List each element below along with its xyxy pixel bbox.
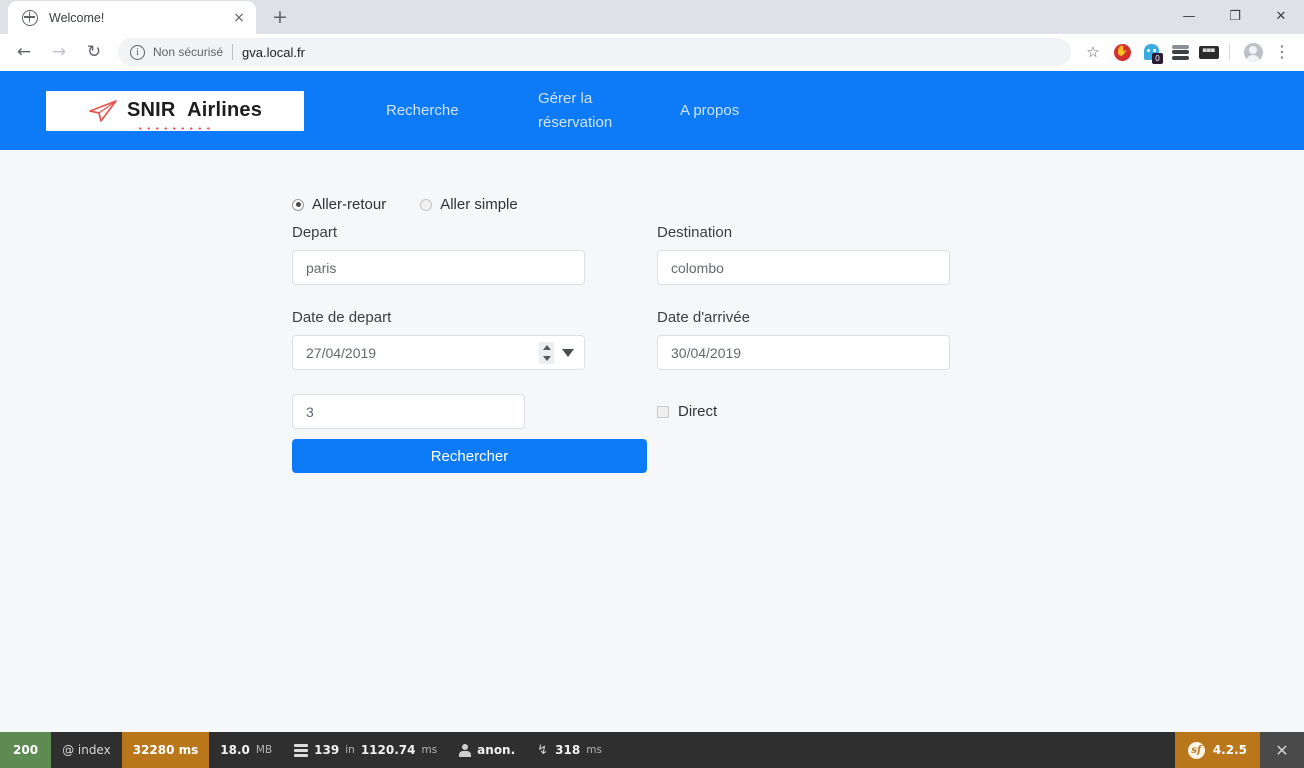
close-window-button[interactable]: ✕ xyxy=(1258,0,1304,33)
trip-type-group: Aller-retour Aller simple xyxy=(292,196,1304,213)
adblock-icon[interactable]: ✋ xyxy=(1109,39,1135,65)
forward-icon[interactable]: → xyxy=(44,37,74,67)
nav-item-gerer-reservation[interactable]: Gérer la réservation xyxy=(538,87,680,135)
debug-doctrine-queries[interactable]: 139 in 1120.74 ms xyxy=(283,732,448,768)
destination-field-block: Destination colombo xyxy=(657,224,951,285)
debug-query-unit: ms xyxy=(421,744,438,756)
nav-item-recherche[interactable]: Recherche xyxy=(386,99,538,123)
radio-option-aller-simple[interactable]: Aller simple xyxy=(420,196,518,213)
profile-avatar-icon[interactable] xyxy=(1240,39,1266,65)
radio-label-aller-retour: Aller-retour xyxy=(312,196,387,213)
browser-window: Welcome! × + — ❐ ✕ ← → ↻ i Non sécurisé … xyxy=(0,0,1304,768)
debug-forward-time[interactable]: ↯ 318 ms xyxy=(526,732,613,768)
radio-aller-retour[interactable] xyxy=(292,198,304,211)
debug-query-time: 1120.74 xyxy=(360,743,416,757)
address-bar[interactable]: i Non sécurisé gva.local.fr xyxy=(118,38,1071,66)
browser-tab[interactable]: Welcome! × xyxy=(8,1,256,34)
debug-forward-value: 318 xyxy=(555,743,581,757)
destination-input[interactable]: colombo xyxy=(657,250,950,285)
nav-item-line2: réservation xyxy=(538,113,613,131)
arrival-date-block: Date d'arrivée 30/04/2019 xyxy=(657,309,951,370)
debug-user-name: anon. xyxy=(477,743,516,757)
debug-memory-unit: MB xyxy=(255,744,273,756)
tab-close-icon[interactable]: × xyxy=(230,9,248,27)
url-text: gva.local.fr xyxy=(242,44,305,60)
radio-aller-simple[interactable] xyxy=(420,198,433,211)
browser-toolbar: ← → ↻ i Non sécurisé gva.local.fr ☆ ✋ 0 … xyxy=(0,34,1304,71)
direct-label: Direct xyxy=(678,403,718,420)
maximize-button[interactable]: ❐ xyxy=(1212,0,1258,33)
site-navbar: SNIR Airlines Recherche Gérer la réserva… xyxy=(0,71,1304,150)
debug-security-user[interactable]: anon. xyxy=(448,732,526,768)
debug-duration[interactable]: 32280 ms xyxy=(121,732,210,768)
security-status: Non sécurisé xyxy=(153,45,224,59)
departure-date-value: 27/04/2019 xyxy=(306,344,377,361)
database-icon[interactable] xyxy=(1167,39,1193,65)
new-tab-button[interactable]: + xyxy=(266,3,294,31)
symfony-logo-icon: sf xyxy=(1187,741,1205,759)
ghostery-badge: 0 xyxy=(1152,53,1163,64)
page-viewport: SNIR Airlines Recherche Gérer la réserva… xyxy=(0,71,1304,768)
destination-label: Destination xyxy=(657,224,733,241)
back-icon[interactable]: ← xyxy=(9,37,39,67)
direct-checkbox-row[interactable]: Direct xyxy=(657,394,951,420)
debug-query-count: 139 xyxy=(314,743,340,757)
search-submit-button[interactable]: Rechercher xyxy=(292,439,647,473)
window-controls: — ❐ ✕ xyxy=(1166,0,1304,33)
minimize-button[interactable]: — xyxy=(1166,0,1212,33)
arrival-date-input[interactable]: 30/04/2019 xyxy=(657,335,950,370)
calendar-dropdown-icon[interactable] xyxy=(562,349,574,357)
info-icon[interactable]: i xyxy=(130,44,145,60)
direct-checkbox[interactable] xyxy=(657,405,669,418)
departure-date-block: Date de depart 27/04/2019 xyxy=(292,309,657,370)
symfony-debug-toolbar: 200 @ index 32280 ms 18.0 MB 139 in 1120… xyxy=(0,732,1304,768)
debug-forward-unit: ms xyxy=(586,744,602,756)
nav-item-line1: Gérer la xyxy=(538,89,593,107)
arrival-date-label: Date d'arrivée xyxy=(657,309,750,326)
departure-label: Depart xyxy=(292,224,338,241)
person-icon xyxy=(459,743,472,757)
omnibox-divider xyxy=(232,44,234,60)
chrome-menu-icon[interactable]: ⋮ xyxy=(1269,39,1295,65)
site-logo[interactable]: SNIR Airlines xyxy=(46,90,304,131)
debug-toolbar-close-icon[interactable]: ✕ xyxy=(1260,732,1304,768)
search-form: Aller-retour Aller simple Depart paris D… xyxy=(0,150,1304,473)
paper-plane-icon xyxy=(89,99,117,122)
debug-toolbar-spacer xyxy=(613,732,1175,768)
layers-icon xyxy=(294,743,309,757)
reload-icon[interactable]: ↻ xyxy=(79,37,109,67)
radio-label-aller-simple: Aller simple xyxy=(440,196,518,213)
tab-title: Welcome! xyxy=(49,10,105,25)
globe-icon xyxy=(22,9,38,26)
bookmark-star-icon[interactable]: ☆ xyxy=(1080,39,1106,65)
logo-brand: SNIR Airlines xyxy=(126,99,263,121)
debug-route[interactable]: @ index xyxy=(51,732,122,768)
arrow-down-icon: ↯ xyxy=(537,742,549,758)
logo-dotted-underline xyxy=(135,126,214,130)
debug-version-text: 4.2.5 xyxy=(1212,743,1247,757)
departure-input[interactable]: paris xyxy=(292,250,585,285)
site-nav-links: Recherche Gérer la réservation A propos xyxy=(386,87,832,135)
departure-date-input[interactable]: 27/04/2019 xyxy=(292,335,585,370)
radio-option-aller-retour[interactable]: Aller-retour xyxy=(292,196,386,213)
keyboard-icon[interactable]: ▀▀▀ xyxy=(1196,39,1222,65)
debug-memory[interactable]: 18.0 MB xyxy=(209,732,283,768)
debug-memory-value: 18.0 xyxy=(220,743,250,757)
debug-status-code[interactable]: 200 xyxy=(0,732,52,768)
ghostery-icon[interactable]: 0 xyxy=(1138,39,1164,65)
departure-date-label: Date de depart xyxy=(292,309,392,326)
debug-symfony-version[interactable]: sf 4.2.5 xyxy=(1174,732,1260,768)
nav-item-a-propos[interactable]: A propos xyxy=(680,99,832,123)
date-spinner-icon[interactable] xyxy=(539,342,554,364)
debug-query-in: in xyxy=(345,744,355,756)
departure-field-block: Depart paris xyxy=(292,224,657,285)
passengers-input[interactable]: 3 xyxy=(292,394,525,429)
toolbar-divider xyxy=(1229,43,1230,61)
browser-titlebar: Welcome! × + — ❐ ✕ xyxy=(0,0,1304,34)
